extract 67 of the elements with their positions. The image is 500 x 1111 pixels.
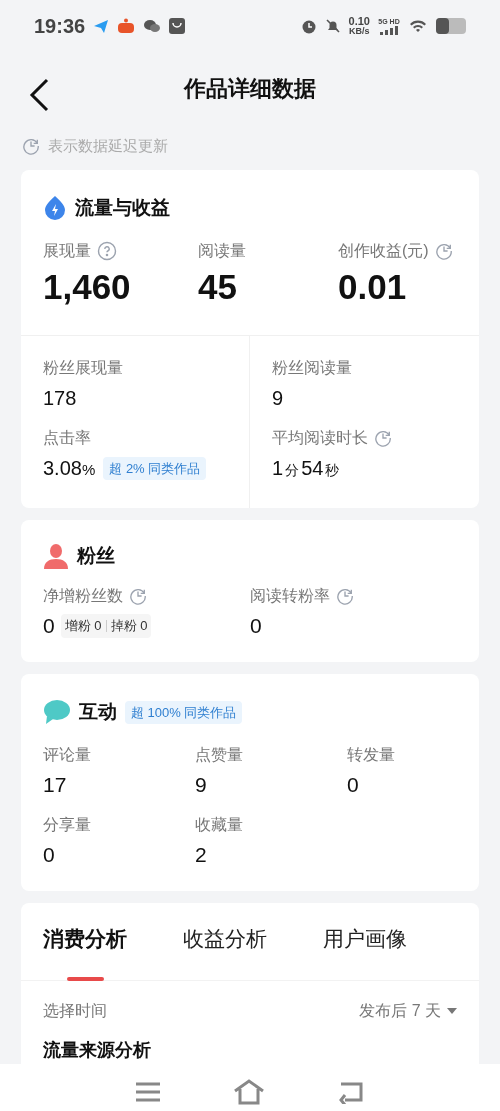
caret-icon	[447, 1008, 457, 1014]
metric-label: 点赞量	[195, 744, 244, 765]
tab-indicator	[67, 977, 104, 981]
metric-value: 3.08%	[43, 455, 96, 481]
paper-plane-icon	[93, 18, 110, 34]
metric-label: 分享量	[43, 814, 92, 835]
battery-icon	[436, 18, 466, 34]
time-label: 选择时间	[43, 1001, 107, 1021]
net-speed-unit: KB/s	[349, 26, 370, 36]
section-title: 互动	[79, 700, 117, 724]
delay-note: 表示数据延迟更新	[48, 135, 168, 156]
metric-value: 0	[43, 613, 55, 639]
menu-icon[interactable]	[135, 1081, 162, 1103]
time-dropdown[interactable]: 发布后 7 天	[359, 999, 457, 1023]
home-icon[interactable]	[232, 1079, 266, 1105]
comparison-badge: 超 2% 同类作品	[103, 456, 207, 481]
metric-label: 粉丝阅读量	[272, 357, 352, 378]
metric-label: 阅读量	[198, 240, 246, 261]
section-subtitle: 流量来源分析	[42, 1039, 152, 1062]
lightning-drop-icon	[43, 195, 67, 222]
metric-value: 1,460	[43, 265, 132, 308]
speech-bubble-icon	[43, 699, 71, 726]
metric-label: 阅读转粉率	[250, 586, 330, 606]
back-arrow-icon[interactable]	[336, 1080, 365, 1104]
metric-value: 178	[43, 385, 77, 411]
page-title: 作品详细数据	[184, 74, 316, 103]
section-title: 流量与收益	[75, 196, 170, 220]
comparison-badge: 超 100% 同类作品	[125, 700, 243, 724]
metric-label: 点击率	[43, 427, 91, 448]
metric-value: 0.01	[338, 265, 408, 308]
metric-label: 收藏量	[195, 814, 244, 835]
robot-icon	[117, 18, 136, 34]
net-speed-value: 0.10	[348, 16, 370, 26]
fan-change-text: 掉粉 0	[110, 617, 148, 636]
fan-change-text: 增粉 0	[64, 617, 102, 636]
metric-value: 0	[43, 841, 56, 868]
metric-value: 0	[347, 771, 360, 798]
metric-value: 45	[198, 265, 238, 308]
metric-label: 创作收益(元)	[338, 240, 429, 261]
metric-value: 0	[250, 613, 262, 639]
wifi-icon	[408, 18, 428, 34]
status-time: 19:36	[34, 14, 86, 39]
back-icon	[28, 78, 50, 112]
person-icon	[43, 542, 69, 569]
back-button[interactable]	[28, 78, 50, 112]
metric-value: 2	[195, 841, 208, 868]
muted-bell-icon	[324, 18, 341, 34]
metric-value: 9	[195, 771, 208, 798]
metric-value: 17	[43, 771, 68, 798]
chat-icon	[143, 18, 162, 34]
metric-value: 1 分 54秒	[272, 455, 341, 481]
metric-label: 转发量	[347, 744, 396, 765]
bag-icon	[169, 18, 186, 34]
signal-icon	[378, 26, 400, 35]
alarm-icon	[300, 18, 317, 34]
metric-label: 平均阅读时长	[272, 427, 368, 448]
analysis-tab[interactable]: 用户画像	[323, 902, 407, 980]
section-title: 粉丝	[77, 543, 115, 568]
metric-label: 展现量	[43, 240, 91, 261]
metric-label: 净增粉丝数	[43, 586, 123, 606]
analysis-tab[interactable]: 消费分析	[43, 902, 127, 980]
metric-label: 评论量	[43, 744, 92, 765]
help-icon[interactable]	[97, 240, 117, 261]
clock-icon	[22, 137, 40, 155]
analysis-tab[interactable]: 收益分析	[183, 902, 267, 980]
metric-label: 粉丝展现量	[43, 357, 123, 378]
metric-value: 9	[272, 385, 284, 411]
